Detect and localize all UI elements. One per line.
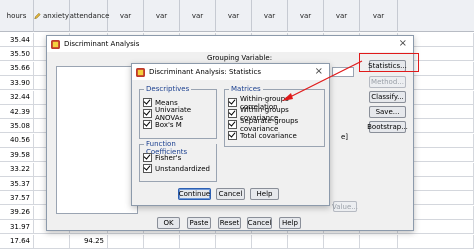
pencil-icon	[34, 12, 41, 20]
help-button[interactable]: Help	[279, 217, 301, 229]
column-header-label: hours	[6, 12, 27, 20]
column-header[interactable]: hours	[0, 0, 34, 32]
column-header[interactable]: attendance	[69, 0, 110, 32]
table-cell[interactable]: 40.56	[0, 133, 34, 148]
table-cell[interactable]: 32.44	[0, 90, 34, 105]
method-button[interactable]: Method...	[369, 76, 406, 88]
column-header-label: anxiety	[42, 12, 69, 20]
ok-button[interactable]: OK	[157, 217, 180, 229]
checkbox-label: Unstandardized	[155, 164, 210, 173]
paste-button[interactable]: Paste	[187, 217, 211, 229]
column-header[interactable]: var	[252, 0, 288, 32]
stats-cancel-button[interactable]: Cancel	[216, 188, 245, 200]
table-cell[interactable]: 42.39	[0, 105, 34, 119]
checkbox-box[interactable]	[143, 109, 152, 118]
table-cell[interactable]: 31.97	[0, 220, 34, 235]
checkbox-unstandardized[interactable]: Unstandardized	[143, 163, 210, 174]
classify-button[interactable]: Classify...	[369, 91, 406, 103]
checkbox-fisher-s[interactable]: Fisher's	[143, 152, 210, 163]
table-cell[interactable]	[360, 234, 398, 249]
table-cell[interactable]	[144, 234, 180, 249]
table-cell[interactable]	[324, 234, 360, 249]
table-cell[interactable]	[216, 234, 252, 249]
define-range-fragment: e]	[341, 133, 349, 141]
checkbox-box[interactable]	[143, 153, 152, 162]
reset-button[interactable]: Reset	[218, 217, 241, 229]
checkbox-label: Univariate ANOVAs	[155, 105, 192, 122]
table-cell[interactable]	[398, 234, 474, 249]
function-coefficients-group: Function Coefficients Fisher's Unstandard…	[139, 140, 217, 182]
stats-help-button[interactable]: Help	[250, 188, 279, 200]
checkbox-box[interactable]	[228, 120, 237, 129]
table-cell[interactable]: 35.37	[0, 177, 34, 191]
checkbox-label: Separate-groups covariance	[240, 116, 299, 133]
column-header[interactable]: var	[324, 0, 360, 32]
checkbox-box[interactable]	[228, 131, 237, 140]
column-header-label: var	[372, 12, 385, 20]
column-header[interactable]: var	[180, 0, 216, 32]
bootstrap-button[interactable]: Bootstrap...	[367, 121, 408, 133]
dialog-titlebar: Discriminant Analysis	[47, 36, 413, 52]
checkbox-label: Fisher's	[155, 153, 182, 162]
checkbox-box[interactable]	[228, 109, 237, 118]
checkbox-separate-groups-covariance[interactable]: Separate-groups covariance	[228, 116, 324, 133]
column-header[interactable]: var	[144, 0, 180, 32]
table-cell[interactable]: 39.58	[0, 148, 34, 163]
annotation-arrow	[282, 60, 363, 101]
table-cell[interactable]: 17.64	[0, 234, 34, 249]
column-header-label: var	[227, 12, 240, 20]
cancel-button[interactable]: Cancel	[247, 217, 272, 229]
table-cell[interactable]: 37.57	[0, 191, 34, 206]
subdialog-title: Discriminant Analysis: Statistics	[149, 68, 261, 76]
column-header-label: var	[119, 12, 132, 20]
close-icon[interactable]: ×	[399, 39, 407, 49]
descriptives-group: Descriptives Means Univariate ANOVAs Box's…	[139, 85, 217, 139]
variable-list[interactable]	[56, 66, 138, 214]
column-header[interactable]: var	[288, 0, 324, 32]
checkbox-univariate-anovas[interactable]: Univariate ANOVAs	[143, 105, 216, 122]
table-cell[interactable]: 33.90	[0, 76, 34, 91]
table-cell[interactable]: 35.08	[0, 119, 34, 134]
column-header-row: hours anxiety attendance var var var var var var…	[0, 0, 474, 32]
value-button[interactable]: Value...	[332, 201, 358, 212]
matrices-label: Matrices	[229, 85, 263, 93]
column-header-label: var	[263, 12, 276, 20]
statistics-button-highlight	[359, 53, 419, 72]
checkbox-label: Box's M	[155, 120, 182, 129]
save-button[interactable]: Save...	[369, 106, 406, 118]
table-cell[interactable]	[108, 234, 144, 249]
table-cell[interactable]	[34, 234, 70, 249]
grouping-variable-label: Grouping Variable:	[207, 54, 273, 62]
spss-app-icon	[51, 39, 60, 49]
column-header-label: attendance	[69, 12, 110, 20]
spss-app-icon	[136, 67, 145, 77]
checkbox-box[interactable]	[143, 98, 152, 107]
column-header[interactable]: var	[216, 0, 252, 32]
dialog-title: Discriminant Analysis	[64, 40, 140, 48]
table-cell[interactable]: 94.25	[70, 234, 108, 249]
table-cell[interactable]: 39.26	[0, 205, 34, 220]
checkbox-box[interactable]	[143, 120, 152, 129]
column-header-label: var	[335, 12, 348, 20]
table-cell[interactable]	[180, 234, 216, 249]
checkbox-box[interactable]	[228, 98, 237, 107]
continue-button[interactable]: Continue	[178, 188, 211, 200]
column-header[interactable]: var	[108, 0, 144, 32]
table-cell[interactable]: 33.22	[0, 162, 34, 177]
descriptives-label: Descriptives	[144, 85, 192, 93]
table-cell[interactable]	[288, 234, 324, 249]
column-header-label: var	[155, 12, 168, 20]
column-header[interactable]: var	[360, 0, 398, 32]
table-cell[interactable]: 35.50	[0, 47, 34, 62]
table-cell[interactable]: 35.66	[0, 61, 34, 76]
checkbox-box[interactable]	[143, 164, 152, 173]
column-header-label: var	[191, 12, 204, 20]
table-cell[interactable]	[252, 234, 288, 249]
checkbox-label: Total covariance	[240, 131, 297, 140]
column-header-label: var	[299, 12, 312, 20]
column-header[interactable]: anxiety	[34, 0, 70, 32]
table-cell[interactable]: 35.44	[0, 33, 34, 47]
